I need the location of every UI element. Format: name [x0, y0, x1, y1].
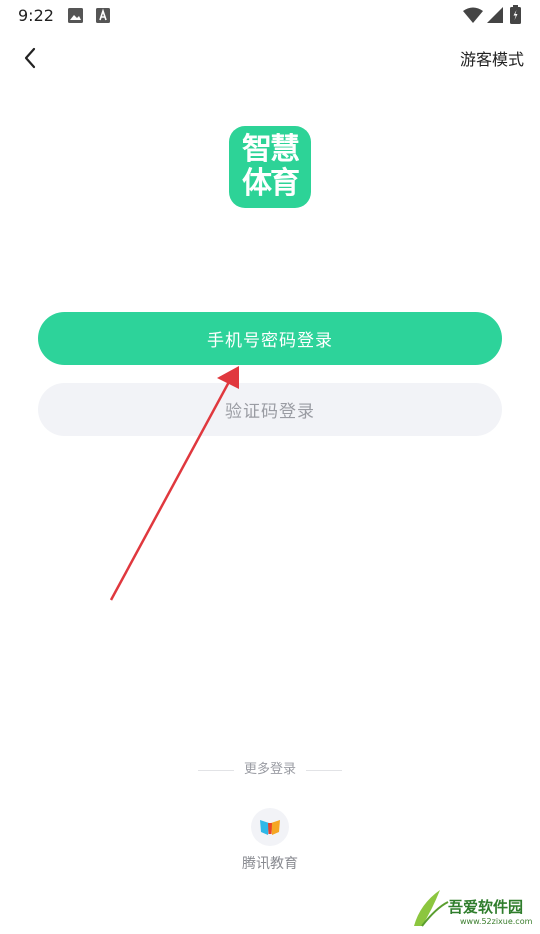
sms-code-login-button[interactable]: 验证码登录 [38, 383, 502, 436]
more-login-divider: 更多登录 [0, 760, 540, 780]
logo-text-line1: 智慧 [242, 132, 300, 167]
app-logo: 智慧 体育 [229, 126, 311, 208]
status-time: 9:22 [18, 6, 54, 25]
tencent-education-login[interactable]: 腾讯教育 [232, 808, 308, 873]
tencent-education-label: 腾讯教育 [242, 856, 298, 872]
divider-left [197, 769, 234, 771]
image-icon [68, 8, 83, 23]
status-bar: 9:22 [0, 0, 540, 32]
battery-icon [510, 5, 521, 24]
wifi-icon [463, 7, 483, 23]
password-login-button[interactable]: 手机号密码登录 [38, 312, 502, 365]
chevron-left-icon [23, 47, 37, 73]
back-button[interactable] [14, 44, 46, 76]
watermark-url: www.52zixue.com [460, 917, 533, 926]
watermark-text: 吾爱软件园 [448, 898, 524, 916]
guest-mode-link[interactable]: 游客模式 [460, 49, 524, 71]
tencent-education-icon[interactable] [251, 808, 289, 846]
watermark: 吾爱软件园 www.52zixue.com [410, 876, 540, 930]
divider-right [306, 769, 342, 771]
accessibility-icon [96, 8, 110, 23]
signal-icon [487, 7, 503, 23]
more-login-label: 更多登录 [243, 762, 296, 777]
logo-text-line2: 体育 [242, 166, 300, 201]
